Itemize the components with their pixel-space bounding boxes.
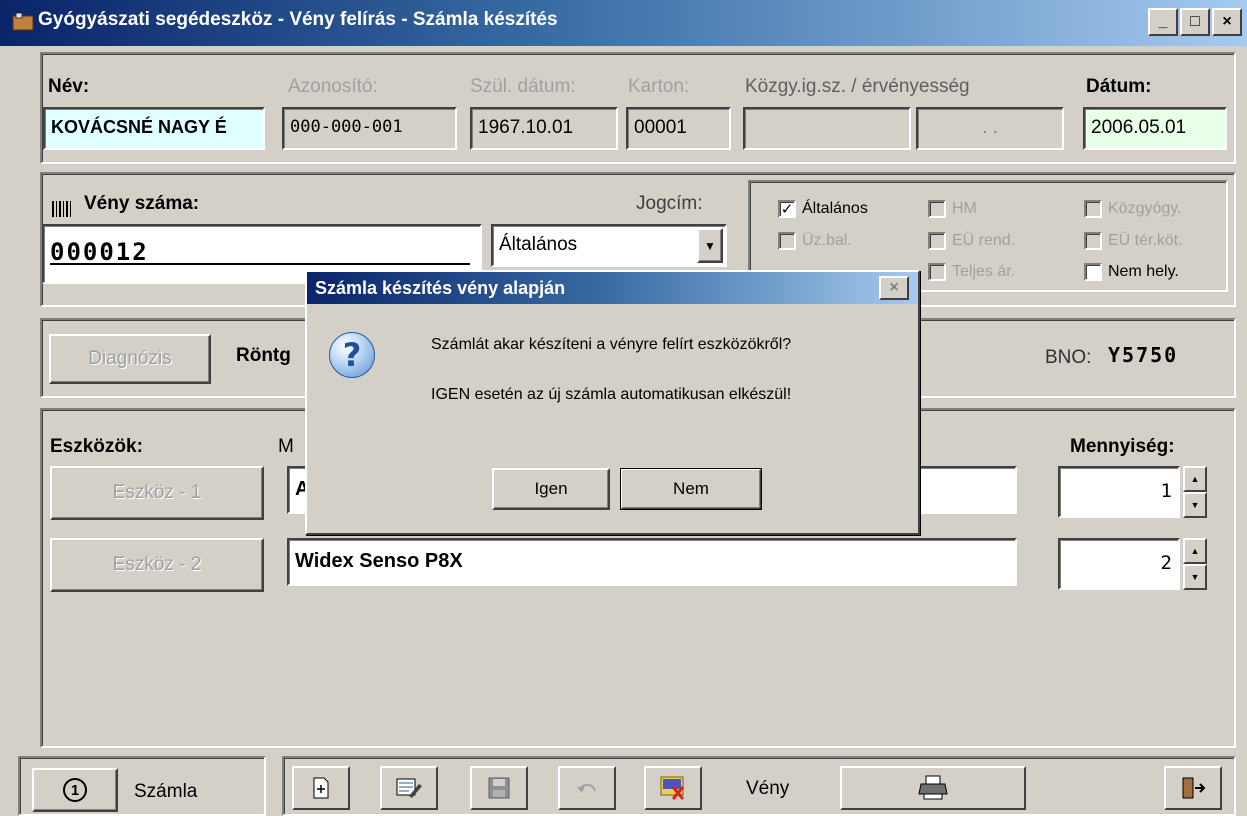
id-label: Azonosító:: [288, 76, 378, 97]
device-2-name-field[interactable]: Widex Senso P8X: [287, 538, 1017, 586]
stepper-down-icon[interactable]: ▼: [1183, 564, 1207, 590]
maximize-button[interactable]: □: [1180, 8, 1210, 36]
dialog-message-line-2: IGEN esetén az új számla automatikusan e…: [431, 386, 792, 403]
bno-label: BNO:: [1045, 347, 1092, 368]
checkbox-2[interactable]: [1084, 200, 1102, 218]
checkbox-label-3: Üz.bal.: [802, 232, 852, 249]
name-field[interactable]: KOVÁCSNÉ NAGY É: [43, 107, 265, 150]
invoice-number-badge: 1: [63, 778, 87, 802]
devices-label: Eszközök:: [50, 436, 143, 457]
checkbox-0[interactable]: ✓: [778, 200, 796, 218]
checkbox-label-2: Közgyógy.: [1108, 200, 1182, 217]
dialog-close-icon[interactable]: ×: [879, 276, 909, 300]
stepper-down-icon[interactable]: ▼: [1183, 492, 1207, 518]
diagnosis-button[interactable]: Diagnózis: [49, 334, 211, 384]
checkbox-label-0: Általános: [802, 200, 868, 217]
dob-label: Szül. dátum:: [470, 76, 576, 97]
diagnosis-text: Röntg: [236, 345, 291, 366]
checkbox-label-4: EÜ rend.: [952, 232, 1016, 249]
new-document-icon[interactable]: [292, 766, 350, 810]
window-title: Gyógyászati segédeszköz - Vény felírás -…: [38, 9, 558, 30]
close-button[interactable]: ×: [1212, 8, 1242, 36]
dialog-title: Számla készítés vény alapján: [315, 278, 566, 298]
print-icon[interactable]: [840, 766, 1026, 810]
veny-number-label: Vény száma:: [84, 193, 200, 214]
yes-button[interactable]: Igen: [492, 468, 610, 510]
card-field[interactable]: 00001: [626, 107, 731, 150]
chevron-down-icon[interactable]: ▼: [697, 228, 723, 263]
quantity-label: Mennyiség:: [1070, 436, 1175, 457]
card-label: Karton:: [628, 76, 690, 97]
checkbox-label-5: EÜ tér.köt.: [1108, 232, 1183, 249]
delete-record-icon[interactable]: [644, 766, 702, 810]
checkbox-label-7: Nem hely.: [1108, 263, 1179, 280]
no-button[interactable]: Nem: [620, 468, 762, 510]
name-label: Név:: [48, 76, 90, 97]
device-name-column-label: M: [278, 436, 294, 457]
checkbox-7[interactable]: [1084, 263, 1102, 281]
date-label: Dátum:: [1086, 76, 1152, 97]
barcode-icon: [52, 201, 72, 222]
kozgy-validity-field[interactable]: . .: [916, 107, 1064, 150]
invoice-label: Számla: [134, 781, 198, 802]
dob-field[interactable]: 1967.10.01: [470, 107, 618, 150]
app-icon: [12, 13, 34, 31]
title-bar: Gyógyászati segédeszköz - Vény felírás -…: [0, 0, 1247, 46]
confirm-dialog: Számla készítés vény alapján × ? Számlát…: [305, 270, 920, 535]
checkbox-1[interactable]: [928, 200, 946, 218]
jogcim-select[interactable]: Általános: [491, 224, 727, 267]
exit-icon[interactable]: [1164, 766, 1222, 810]
save-icon[interactable]: [470, 766, 528, 810]
undo-icon[interactable]: [558, 766, 616, 810]
question-icon: ?: [329, 332, 375, 378]
checkbox-5[interactable]: [1084, 232, 1102, 250]
device-1-quantity-stepper[interactable]: ▲ ▼: [1183, 466, 1207, 518]
edit-icon[interactable]: [380, 766, 438, 810]
stepper-up-icon[interactable]: ▲: [1183, 538, 1207, 564]
veny-toolbar-label: Vény: [746, 778, 790, 799]
stepper-up-icon[interactable]: ▲: [1183, 466, 1207, 492]
jogcim-value: Általános: [499, 234, 578, 255]
kozgy-number-field[interactable]: [743, 107, 911, 150]
checkbox-3[interactable]: [778, 232, 796, 250]
device-1-quantity-field[interactable]: 1: [1058, 466, 1180, 518]
device-2-button[interactable]: Eszköz - 2: [50, 538, 264, 592]
checkbox-label-1: HM: [952, 200, 977, 217]
invoice-number-button[interactable]: 1: [32, 768, 118, 812]
jogcim-label: Jogcím:: [636, 193, 703, 214]
kozgy-label: Közgy.ig.sz. / érvényesség: [745, 76, 970, 97]
device-2-quantity-stepper[interactable]: ▲ ▼: [1183, 538, 1207, 590]
checkbox-label-6: Teljes ár.: [952, 263, 1016, 280]
checkbox-4[interactable]: [928, 232, 946, 250]
dialog-message-line-1: Számlát akar készíteni a vényre felírt e…: [431, 336, 792, 353]
checkbox-6[interactable]: [928, 263, 946, 281]
dialog-title-bar: Számla készítés vény alapján ×: [307, 272, 918, 304]
date-field[interactable]: 2006.05.01: [1083, 107, 1227, 150]
minimize-button[interactable]: _: [1148, 8, 1178, 36]
device-1-button[interactable]: Eszköz - 1: [50, 466, 264, 520]
device-2-quantity-field[interactable]: 2: [1058, 538, 1180, 590]
id-field[interactable]: 000-000-001: [282, 107, 457, 150]
veny-number-underline: [50, 263, 470, 265]
bno-value: Y5750: [1108, 343, 1179, 367]
